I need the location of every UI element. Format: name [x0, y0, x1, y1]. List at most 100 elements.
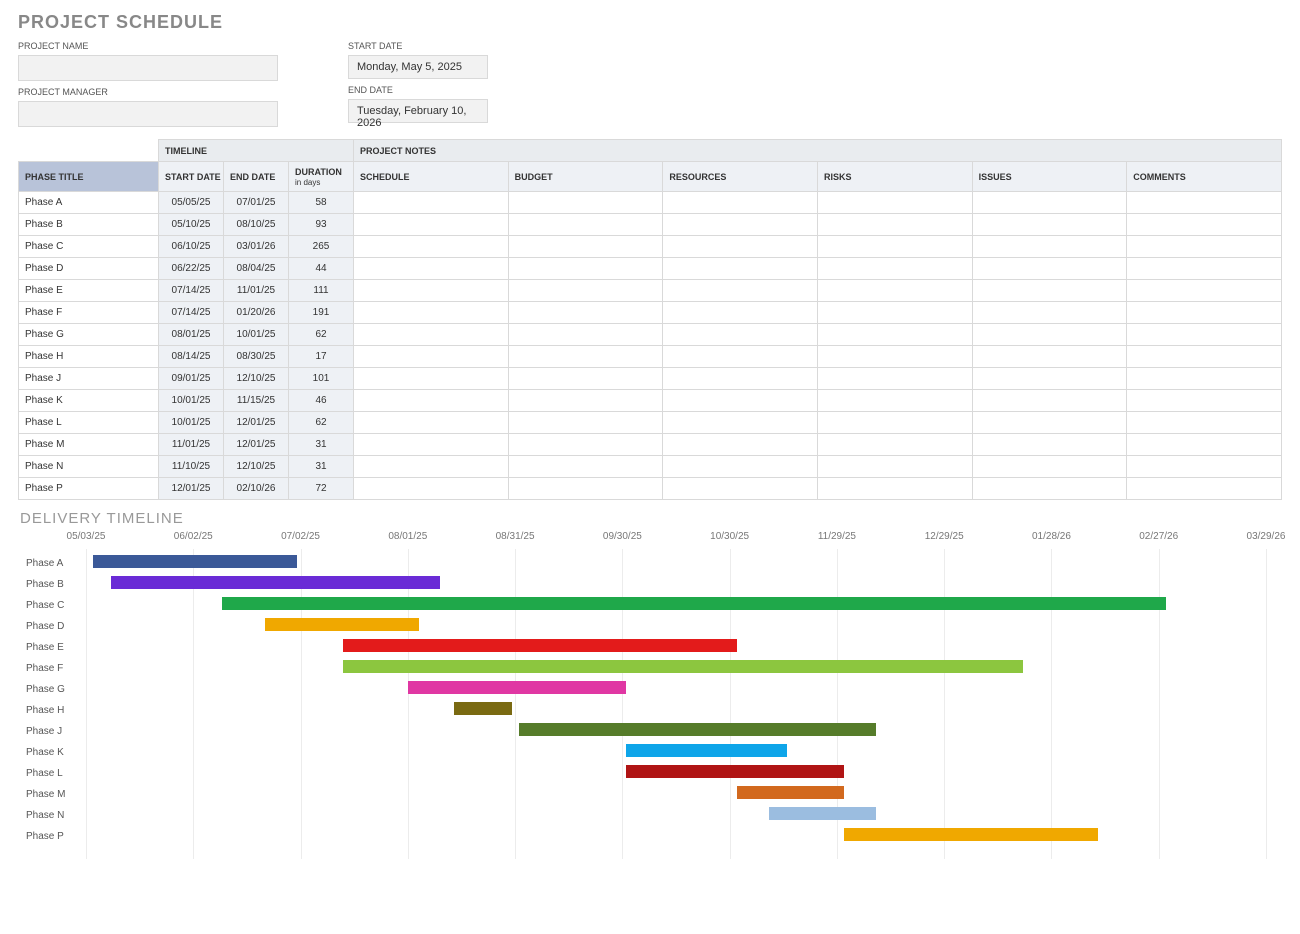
note-cell[interactable]	[663, 192, 818, 214]
note-cell[interactable]	[354, 368, 509, 390]
note-cell[interactable]	[663, 478, 818, 500]
note-cell[interactable]	[972, 236, 1127, 258]
phase-name-cell[interactable]: Phase N	[19, 456, 159, 478]
note-cell[interactable]	[817, 236, 972, 258]
phase-name-cell[interactable]: Phase P	[19, 478, 159, 500]
note-cell[interactable]	[354, 456, 509, 478]
phase-dur-cell[interactable]: 191	[289, 302, 354, 324]
note-cell[interactable]	[817, 280, 972, 302]
note-cell[interactable]	[508, 258, 663, 280]
phase-end-cell[interactable]: 11/01/25	[224, 280, 289, 302]
note-cell[interactable]	[354, 412, 509, 434]
phase-start-cell[interactable]: 08/14/25	[159, 346, 224, 368]
note-cell[interactable]	[1127, 412, 1282, 434]
note-cell[interactable]	[817, 214, 972, 236]
phase-end-cell[interactable]: 07/01/25	[224, 192, 289, 214]
note-cell[interactable]	[508, 236, 663, 258]
phase-start-cell[interactable]: 05/05/25	[159, 192, 224, 214]
phase-start-cell[interactable]: 05/10/25	[159, 214, 224, 236]
note-cell[interactable]	[972, 346, 1127, 368]
note-cell[interactable]	[817, 346, 972, 368]
note-cell[interactable]	[508, 324, 663, 346]
note-cell[interactable]	[663, 214, 818, 236]
note-cell[interactable]	[972, 390, 1127, 412]
note-cell[interactable]	[663, 280, 818, 302]
phase-dur-cell[interactable]: 62	[289, 324, 354, 346]
note-cell[interactable]	[1127, 302, 1282, 324]
phase-end-cell[interactable]: 12/01/25	[224, 434, 289, 456]
note-cell[interactable]	[817, 390, 972, 412]
phase-name-cell[interactable]: Phase D	[19, 258, 159, 280]
note-cell[interactable]	[817, 324, 972, 346]
note-cell[interactable]	[1127, 324, 1282, 346]
phase-dur-cell[interactable]: 93	[289, 214, 354, 236]
phase-dur-cell[interactable]: 46	[289, 390, 354, 412]
note-cell[interactable]	[354, 390, 509, 412]
phase-dur-cell[interactable]: 31	[289, 434, 354, 456]
phase-name-cell[interactable]: Phase G	[19, 324, 159, 346]
note-cell[interactable]	[1127, 434, 1282, 456]
note-cell[interactable]	[1127, 258, 1282, 280]
phase-dur-cell[interactable]: 265	[289, 236, 354, 258]
note-cell[interactable]	[817, 192, 972, 214]
phase-start-cell[interactable]: 07/14/25	[159, 280, 224, 302]
phase-start-cell[interactable]: 10/01/25	[159, 412, 224, 434]
note-cell[interactable]	[663, 324, 818, 346]
note-cell[interactable]	[663, 346, 818, 368]
note-cell[interactable]	[663, 412, 818, 434]
note-cell[interactable]	[817, 302, 972, 324]
phase-dur-cell[interactable]: 111	[289, 280, 354, 302]
phase-end-cell[interactable]: 03/01/26	[224, 236, 289, 258]
phase-end-cell[interactable]: 08/30/25	[224, 346, 289, 368]
project-name-field[interactable]	[18, 55, 278, 81]
note-cell[interactable]	[663, 434, 818, 456]
phase-end-cell[interactable]: 12/10/25	[224, 456, 289, 478]
phase-end-cell[interactable]: 10/01/25	[224, 324, 289, 346]
note-cell[interactable]	[972, 478, 1127, 500]
phase-name-cell[interactable]: Phase L	[19, 412, 159, 434]
phase-name-cell[interactable]: Phase E	[19, 280, 159, 302]
note-cell[interactable]	[1127, 346, 1282, 368]
phase-start-cell[interactable]: 07/14/25	[159, 302, 224, 324]
note-cell[interactable]	[1127, 456, 1282, 478]
note-cell[interactable]	[817, 434, 972, 456]
start-date-field[interactable]: Monday, May 5, 2025	[348, 55, 488, 79]
phase-end-cell[interactable]: 02/10/26	[224, 478, 289, 500]
note-cell[interactable]	[354, 214, 509, 236]
phase-end-cell[interactable]: 08/10/25	[224, 214, 289, 236]
note-cell[interactable]	[508, 456, 663, 478]
note-cell[interactable]	[817, 456, 972, 478]
note-cell[interactable]	[1127, 280, 1282, 302]
note-cell[interactable]	[1127, 478, 1282, 500]
phase-start-cell[interactable]: 09/01/25	[159, 368, 224, 390]
note-cell[interactable]	[508, 214, 663, 236]
phase-start-cell[interactable]: 11/10/25	[159, 456, 224, 478]
phase-end-cell[interactable]: 08/04/25	[224, 258, 289, 280]
note-cell[interactable]	[817, 368, 972, 390]
phase-name-cell[interactable]: Phase M	[19, 434, 159, 456]
note-cell[interactable]	[972, 302, 1127, 324]
phase-start-cell[interactable]: 08/01/25	[159, 324, 224, 346]
phase-name-cell[interactable]: Phase K	[19, 390, 159, 412]
note-cell[interactable]	[354, 236, 509, 258]
note-cell[interactable]	[508, 346, 663, 368]
note-cell[interactable]	[508, 192, 663, 214]
phase-dur-cell[interactable]: 72	[289, 478, 354, 500]
note-cell[interactable]	[663, 390, 818, 412]
note-cell[interactable]	[354, 324, 509, 346]
phase-end-cell[interactable]: 12/10/25	[224, 368, 289, 390]
end-date-field[interactable]: Tuesday, February 10, 2026	[348, 99, 488, 123]
phase-dur-cell[interactable]: 44	[289, 258, 354, 280]
phase-start-cell[interactable]: 10/01/25	[159, 390, 224, 412]
note-cell[interactable]	[972, 214, 1127, 236]
phase-end-cell[interactable]: 11/15/25	[224, 390, 289, 412]
note-cell[interactable]	[972, 280, 1127, 302]
note-cell[interactable]	[972, 412, 1127, 434]
note-cell[interactable]	[354, 478, 509, 500]
note-cell[interactable]	[972, 324, 1127, 346]
phase-start-cell[interactable]: 12/01/25	[159, 478, 224, 500]
phase-name-cell[interactable]: Phase F	[19, 302, 159, 324]
note-cell[interactable]	[508, 302, 663, 324]
note-cell[interactable]	[508, 434, 663, 456]
phase-dur-cell[interactable]: 62	[289, 412, 354, 434]
